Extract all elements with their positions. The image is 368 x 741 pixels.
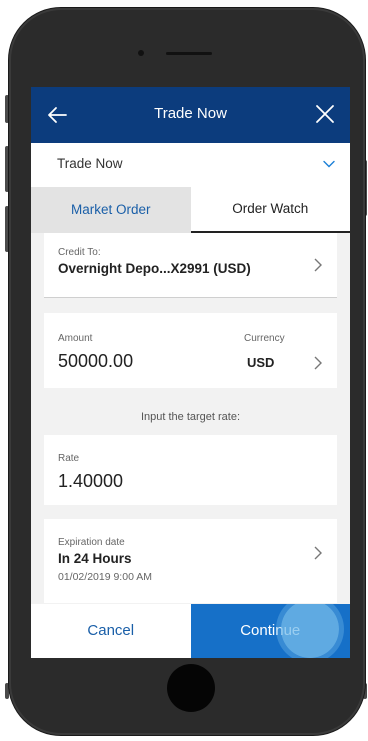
header-bar: Trade Now bbox=[31, 87, 350, 143]
expiration-caption: Expiration date bbox=[58, 537, 125, 548]
currency-caption: Currency bbox=[244, 333, 285, 344]
credit-account-value: Overnight Depo...X2991 (USD) bbox=[58, 261, 251, 276]
chevron-right-icon bbox=[313, 257, 323, 273]
cancel-button[interactable]: Cancel bbox=[31, 604, 191, 658]
earpiece-speaker bbox=[166, 52, 212, 55]
amount-input[interactable]: 50000.00 bbox=[58, 351, 133, 372]
rate-row: Rate 1.40000 bbox=[44, 435, 337, 505]
chevron-right-icon[interactable] bbox=[313, 355, 323, 371]
expiration-value: In 24 Hours bbox=[58, 551, 132, 566]
chevron-right-icon bbox=[313, 545, 323, 561]
chevron-down-icon bbox=[322, 157, 336, 171]
target-rate-hint: Input the target rate: bbox=[140, 411, 241, 423]
close-icon[interactable] bbox=[314, 103, 336, 125]
touch-indicator bbox=[280, 604, 339, 658]
amount-row: Amount 50000.00 Currency USD bbox=[44, 313, 337, 388]
action-bar: Cancel Continue bbox=[31, 604, 350, 658]
trade-type-dropdown[interactable]: Trade Now bbox=[31, 143, 350, 188]
credit-to-selector[interactable]: Credit To: Overnight Depo...X2991 (USD) bbox=[44, 233, 337, 298]
tab-order-watch[interactable]: Order Watch bbox=[190, 187, 350, 233]
continue-button[interactable]: Continue bbox=[190, 604, 350, 658]
page-title: Trade Now bbox=[154, 105, 227, 122]
home-button[interactable] bbox=[167, 664, 215, 712]
dropdown-selected-label: Trade Now bbox=[57, 156, 123, 171]
tab-market-order[interactable]: Market Order bbox=[31, 187, 191, 233]
rate-input[interactable]: 1.40000 bbox=[58, 471, 123, 492]
app-screen: Trade Now Trade Now Market Order Order W… bbox=[31, 87, 350, 658]
rate-caption: Rate bbox=[58, 453, 80, 464]
order-tabs: Market Order Order Watch bbox=[31, 187, 350, 233]
credit-caption: Credit To: bbox=[58, 247, 101, 258]
expiration-datetime: 01/02/2019 9:00 AM bbox=[58, 571, 152, 583]
amount-caption: Amount bbox=[58, 333, 93, 344]
expiration-selector[interactable]: Expiration date In 24 Hours 01/02/2019 9… bbox=[44, 519, 337, 603]
front-camera bbox=[138, 50, 144, 56]
currency-value[interactable]: USD bbox=[247, 355, 274, 370]
